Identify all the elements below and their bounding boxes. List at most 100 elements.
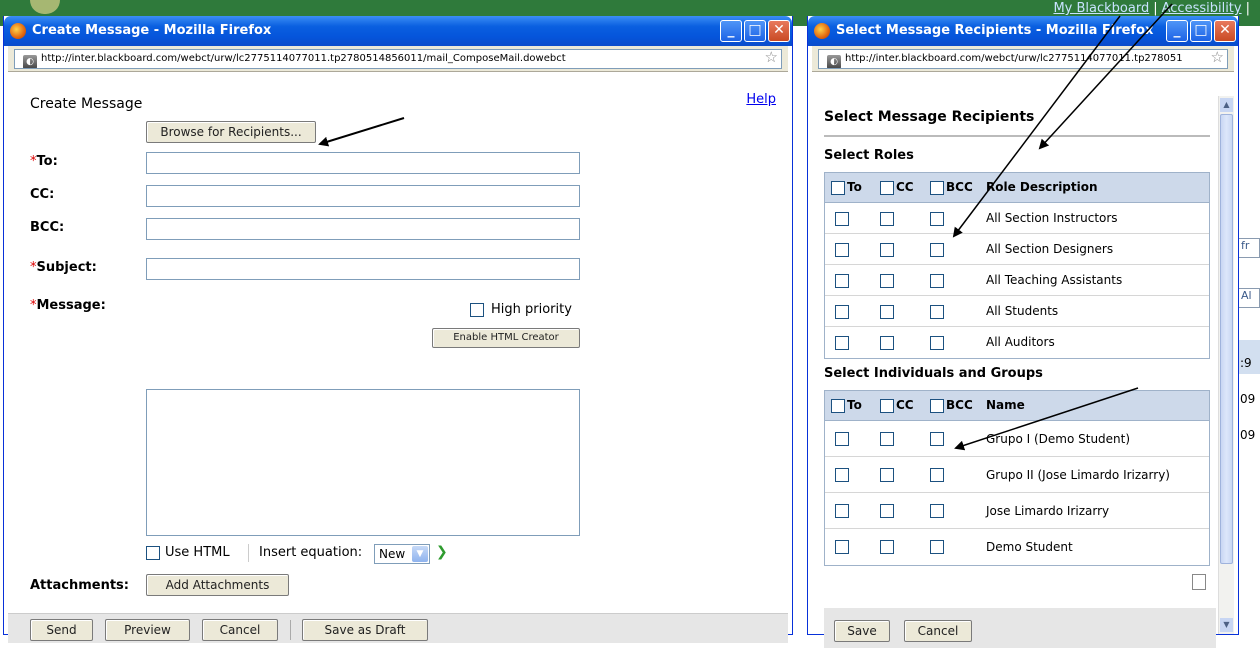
to-label: *To: <box>30 154 58 169</box>
cancel-button[interactable]: Cancel <box>202 619 278 641</box>
individuals-table-header: To CC BCC Name <box>825 391 1209 421</box>
individual-bcc-checkbox[interactable] <box>930 504 944 518</box>
to-field[interactable] <box>146 152 580 174</box>
enable-html-creator-button[interactable]: Enable HTML Creator <box>432 328 580 348</box>
col-cc: CC <box>896 180 914 194</box>
create-window-title: Create Message - Mozilla Firefox <box>32 23 272 38</box>
scroll-up-icon[interactable]: ▲ <box>1220 98 1233 112</box>
chevron-down-icon[interactable]: ▼ <box>412 546 428 562</box>
help-link[interactable]: Help <box>746 92 776 107</box>
individual-bcc-checkbox[interactable] <box>930 468 944 482</box>
scroll-down-icon[interactable]: ▼ <box>1220 618 1233 632</box>
close-button[interactable]: ✕ <box>768 20 790 42</box>
create-window-url[interactable]: ◐ http://inter.blackboard.com/webct/urw/… <box>14 49 782 69</box>
select-all-cc-individuals-checkbox[interactable] <box>880 399 894 413</box>
background-fragment-field-1[interactable]: fr <box>1238 238 1260 258</box>
save-button[interactable]: Save <box>834 620 890 642</box>
minimize-button[interactable]: _ <box>1166 20 1188 42</box>
bookmark-star-icon[interactable]: ☆ <box>765 48 778 66</box>
high-priority-label: High priority <box>491 302 572 317</box>
create-window-titlebar[interactable]: Create Message - Mozilla Firefox _ □ ✕ <box>4 16 792 46</box>
role-to-checkbox[interactable] <box>835 305 849 319</box>
individual-to-checkbox[interactable] <box>835 432 849 446</box>
role-bcc-checkbox[interactable] <box>930 274 944 288</box>
minimize-button[interactable]: _ <box>720 20 742 42</box>
copy-icon[interactable] <box>1192 574 1206 590</box>
cc-field[interactable] <box>146 185 580 207</box>
scrollbar-thumb[interactable] <box>1220 114 1233 564</box>
link-separator-trailing: | <box>1245 1 1250 16</box>
col-name: Name <box>986 398 1025 412</box>
background-fragment-text-1: :9 <box>1240 356 1252 370</box>
use-html-checkbox[interactable] <box>146 546 160 560</box>
individual-to-checkbox[interactable] <box>835 504 849 518</box>
vertical-scrollbar[interactable]: ▲ ▼ <box>1218 96 1234 634</box>
select-all-to-individuals-checkbox[interactable] <box>831 399 845 413</box>
col-bcc: BCC <box>946 180 973 194</box>
bookmark-star-icon[interactable]: ☆ <box>1211 48 1224 66</box>
message-textarea[interactable] <box>146 389 580 536</box>
role-bcc-checkbox[interactable] <box>930 336 944 350</box>
role-bcc-checkbox[interactable] <box>930 212 944 226</box>
my-blackboard-link[interactable]: My Blackboard <box>1053 1 1149 16</box>
individual-to-checkbox[interactable] <box>835 540 849 554</box>
bcc-label: BCC: <box>30 220 65 235</box>
bcc-field[interactable] <box>146 218 580 240</box>
individual-cc-checkbox[interactable] <box>880 540 894 554</box>
individual-to-checkbox[interactable] <box>835 468 849 482</box>
role-bcc-checkbox[interactable] <box>930 305 944 319</box>
equation-select[interactable]: New ▼ <box>374 544 430 564</box>
site-identity-icon[interactable]: ◐ <box>827 55 841 68</box>
role-name: All Auditors <box>986 335 1055 349</box>
role-to-checkbox[interactable] <box>835 336 849 350</box>
save-as-draft-button[interactable]: Save as Draft <box>302 619 428 641</box>
add-attachments-button[interactable]: Add Attachments <box>146 574 289 596</box>
role-cc-checkbox[interactable] <box>880 212 894 226</box>
col-cc: CC <box>896 398 914 412</box>
individual-cc-checkbox[interactable] <box>880 504 894 518</box>
role-cc-checkbox[interactable] <box>880 274 894 288</box>
subject-field[interactable] <box>146 258 580 280</box>
recipients-window-url[interactable]: ◐ http://inter.blackboard.com/webct/urw/… <box>818 49 1228 69</box>
role-to-checkbox[interactable] <box>835 243 849 257</box>
role-row: All Students <box>825 296 1209 327</box>
role-to-checkbox[interactable] <box>835 274 849 288</box>
recipients-body: ▲ ▼ Select Message Recipients Select Rol… <box>812 72 1234 648</box>
individual-bcc-checkbox[interactable] <box>930 432 944 446</box>
close-button[interactable]: ✕ <box>1214 20 1236 42</box>
individual-cc-checkbox[interactable] <box>880 468 894 482</box>
background-fragment-field-2[interactable]: Al <box>1238 288 1260 308</box>
recipients-window-titlebar[interactable]: Select Message Recipients - Mozilla Fire… <box>808 16 1238 46</box>
roles-table: To CC BCC Role Description All Section I… <box>824 172 1210 359</box>
role-cc-checkbox[interactable] <box>880 243 894 257</box>
high-priority-checkbox[interactable] <box>470 303 484 317</box>
col-to: To <box>847 398 862 412</box>
role-bcc-checkbox[interactable] <box>930 243 944 257</box>
select-all-cc-roles-checkbox[interactable] <box>880 181 894 195</box>
select-all-bcc-roles-checkbox[interactable] <box>930 181 944 195</box>
page-title: Create Message <box>30 96 143 112</box>
send-button[interactable]: Send <box>30 619 93 641</box>
select-roles-heading: Select Roles <box>824 148 914 163</box>
individual-cc-checkbox[interactable] <box>880 432 894 446</box>
select-all-to-roles-checkbox[interactable] <box>831 181 845 195</box>
accessibility-link[interactable]: Accessibility <box>1162 1 1242 16</box>
role-cc-checkbox[interactable] <box>880 305 894 319</box>
individual-bcc-checkbox[interactable] <box>930 540 944 554</box>
go-arrow-icon[interactable]: ❯ <box>436 544 448 560</box>
role-row: All Section Designers <box>825 234 1209 265</box>
role-to-checkbox[interactable] <box>835 212 849 226</box>
background-fragment-text-3: 09 <box>1240 428 1256 442</box>
role-name: All Section Designers <box>986 242 1114 256</box>
maximize-button[interactable]: □ <box>744 20 766 42</box>
select-all-bcc-individuals-checkbox[interactable] <box>930 399 944 413</box>
col-to: To <box>847 180 862 194</box>
cancel-button[interactable]: Cancel <box>904 620 972 642</box>
role-cc-checkbox[interactable] <box>880 336 894 350</box>
browse-recipients-button[interactable]: Browse for Recipients... <box>146 121 316 143</box>
role-row: All Teaching Assistants <box>825 265 1209 296</box>
preview-button[interactable]: Preview <box>105 619 190 641</box>
role-row: All Auditors <box>825 327 1209 358</box>
maximize-button[interactable]: □ <box>1190 20 1212 42</box>
site-identity-icon[interactable]: ◐ <box>23 55 37 68</box>
